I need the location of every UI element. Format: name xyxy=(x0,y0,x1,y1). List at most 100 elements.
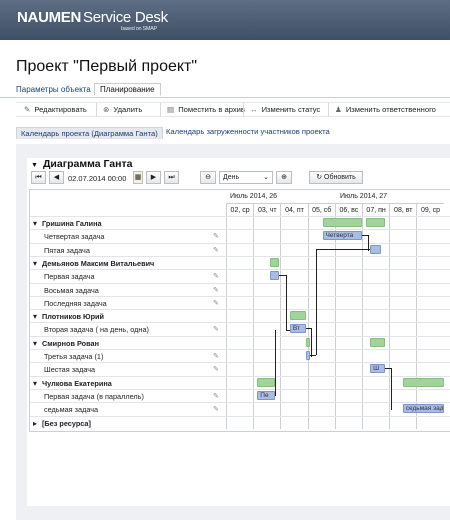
last-page-button[interactable]: ⏭ xyxy=(164,171,179,184)
gantt-row: ✎ Пятая задача xyxy=(30,242,450,256)
gantt-row: ▾ Плотников Юрий xyxy=(30,309,450,322)
archive-button[interactable]: ▤ Поместить в архив xyxy=(160,103,245,117)
dependency-link xyxy=(279,275,287,277)
task-label[interactable]: Пятая задача xyxy=(44,246,90,255)
gantt-grid: Июль 2014, 26 Июль 2014, 27 02, ср 03, чт… xyxy=(29,189,450,432)
group-summary-bar[interactable] xyxy=(289,311,307,321)
resource-label: Чулкова Екатерина xyxy=(42,378,112,388)
object-tabs: Параметры объекта Планирование xyxy=(0,83,450,98)
tab-gantt-calendar[interactable]: Календарь проекта (Диаграмма Ганта) xyxy=(16,127,163,139)
day-label: 08, вт xyxy=(389,203,417,216)
collapse-icon[interactable]: ▾ xyxy=(33,339,37,348)
group-summary-bar[interactable] xyxy=(366,218,386,227)
expand-icon[interactable]: ▸ xyxy=(33,419,37,428)
first-page-button[interactable]: ⏮ xyxy=(31,171,46,184)
refresh-button[interactable]: ↻ Обновить xyxy=(309,171,363,184)
delete-button[interactable]: ⊗ Удалить xyxy=(96,103,142,117)
archive-icon: ▤ xyxy=(167,105,175,114)
task-label[interactable]: Шестая задача xyxy=(44,365,95,374)
scale-value: День xyxy=(223,174,240,181)
task-bar[interactable] xyxy=(370,244,382,254)
resource-label: [Без ресурса] xyxy=(42,418,91,428)
gantt-row: ▸ [Без ресурса] xyxy=(30,415,450,429)
group-summary-bar[interactable] xyxy=(257,377,275,387)
brand-name: NAUMEN xyxy=(17,9,82,26)
toolbar: ✎ Редактировать ⊗ Удалить ▤ Поместить в арх… xyxy=(16,102,450,117)
group-summary-bar[interactable] xyxy=(306,337,311,347)
brand-logo[interactable]: NAUMEN Service Desk based on SMAP xyxy=(17,9,168,32)
edit-button[interactable]: ✎ Редактировать xyxy=(24,103,87,117)
task-bar[interactable]: седьмая задача xyxy=(402,404,444,414)
edit-task-icon[interactable]: ✎ xyxy=(213,272,219,280)
dependency-link xyxy=(391,368,393,411)
task-label[interactable]: седьмая задача xyxy=(44,405,98,414)
task-bar[interactable] xyxy=(269,271,280,281)
gantt-row: ▾ Смирнов Рован xyxy=(30,335,450,349)
dependency-link xyxy=(310,355,317,356)
zoom-out-button[interactable]: ⊖ xyxy=(200,171,216,184)
page-title: Проект "Первый проект" xyxy=(16,58,198,75)
collapse-icon[interactable]: ▾ xyxy=(33,219,37,228)
edit-task-icon[interactable]: ✎ xyxy=(213,286,219,294)
next-page-button[interactable]: ▶ xyxy=(146,171,161,184)
app-header: NAUMEN Service Desk based on SMAP xyxy=(0,0,450,40)
edit-label: Редактировать xyxy=(34,105,87,114)
gantt-row: ✎ Четвертая задача xyxy=(30,229,450,242)
collapse-icon[interactable]: ▼ xyxy=(31,162,38,169)
refresh-icon: ↻ xyxy=(316,174,325,181)
task-label[interactable]: Восьмая задача xyxy=(44,286,99,295)
refresh-label: Обновить xyxy=(324,174,356,181)
zoom-in-button[interactable]: ⊕ xyxy=(276,171,292,184)
edit-task-icon[interactable]: ✎ xyxy=(213,232,219,240)
user-icon: ♟ xyxy=(335,105,342,114)
change-responsible-button[interactable]: ♟ Изменить ответственного xyxy=(328,103,436,117)
group-summary-bar[interactable] xyxy=(370,337,386,347)
dependency-link xyxy=(316,248,318,355)
task-label[interactable]: Последняя задача xyxy=(44,299,107,308)
collapse-icon[interactable]: ▾ xyxy=(33,379,37,388)
day-label: 06, вс xyxy=(334,203,362,216)
archive-label: Поместить в архив xyxy=(178,105,245,114)
task-label[interactable]: Четвертая задача xyxy=(44,232,105,241)
dependency-link xyxy=(274,394,276,396)
task-bar[interactable]: Вт xyxy=(289,324,307,334)
gantt-title: Диаграмма Ганта xyxy=(42,158,133,170)
edit-task-icon[interactable]: ✎ xyxy=(213,392,219,400)
week-label: Июль 2014, 26 xyxy=(230,193,278,200)
task-label[interactable]: Первая задача xyxy=(44,272,95,281)
gantt-row: ▾ Чулкова Екатерина xyxy=(30,375,450,389)
task-label[interactable]: Третья задача (1) xyxy=(44,352,103,361)
task-label[interactable]: Первая задача (в параллель) xyxy=(44,392,144,401)
edit-task-icon[interactable]: ✎ xyxy=(213,365,219,373)
gantt-row: ▾ Демьянов Максим Витальевич xyxy=(30,255,450,269)
group-summary-bar[interactable] xyxy=(402,377,444,387)
change-status-button[interactable]: ↔ Изменить статус xyxy=(243,103,320,117)
group-summary-bar[interactable] xyxy=(269,257,280,267)
group-summary-bar[interactable] xyxy=(322,218,362,227)
dependency-link xyxy=(274,330,276,395)
gantt-row: ✎ Последняя задача xyxy=(30,295,450,309)
task-bar[interactable]: Пе xyxy=(257,390,275,400)
tab-object-params[interactable]: Параметры объекта xyxy=(16,85,91,94)
task-label[interactable]: Вторая задача ( на день, одна) xyxy=(44,325,149,334)
edit-task-icon[interactable]: ✎ xyxy=(213,299,219,307)
calendar-icon[interactable]: ▦ xyxy=(133,171,143,184)
edit-task-icon[interactable]: ✎ xyxy=(213,325,219,333)
edit-task-icon[interactable]: ✎ xyxy=(213,405,219,413)
date-input[interactable]: 02.07.2014 00:00 xyxy=(68,174,126,183)
collapse-icon[interactable]: ▾ xyxy=(33,259,37,268)
day-label: 05, сб xyxy=(307,203,335,216)
collapse-icon[interactable]: ▾ xyxy=(33,312,37,321)
dependency-link xyxy=(285,330,290,332)
tab-workload-calendar[interactable]: Календарь загруженности участников проек… xyxy=(166,127,330,136)
status-label: Изменить статус xyxy=(261,105,321,114)
delete-icon: ⊗ xyxy=(103,105,110,114)
task-bar[interactable]: Ш xyxy=(370,364,386,374)
gantt-row: ✎ Третья задача (1) xyxy=(30,349,450,362)
tab-planning[interactable]: Планирование xyxy=(94,83,161,96)
task-bar[interactable]: Четверта xyxy=(322,231,362,241)
edit-task-icon[interactable]: ✎ xyxy=(213,352,219,360)
prev-page-button[interactable]: ◀ xyxy=(49,171,64,184)
scale-select[interactable]: День ⌄ xyxy=(219,171,273,184)
edit-task-icon[interactable]: ✎ xyxy=(213,246,219,254)
